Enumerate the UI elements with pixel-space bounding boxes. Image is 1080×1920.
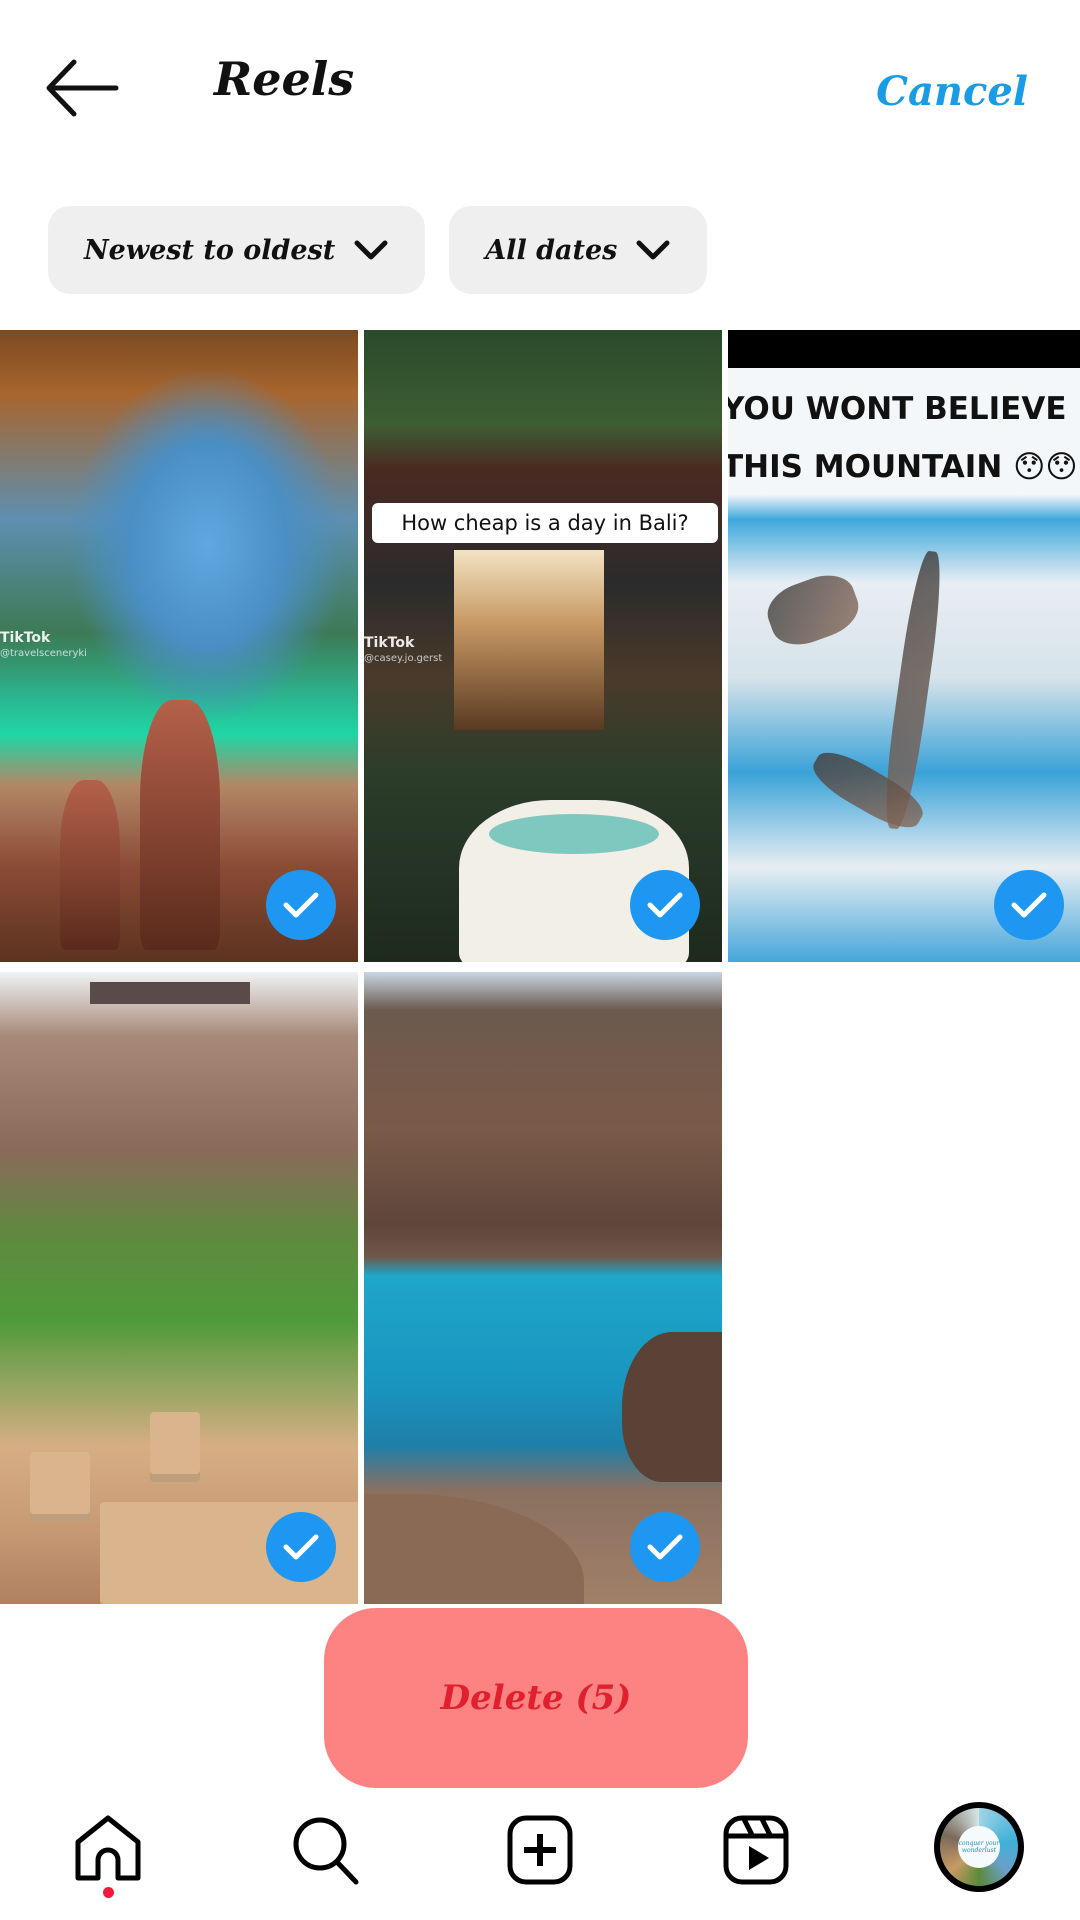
cancel-button[interactable]: Cancel (876, 68, 1028, 115)
selected-checkmark[interactable] (630, 1512, 700, 1582)
coaster-seat (150, 1412, 200, 1482)
selected-checkmark[interactable] (266, 1512, 336, 1582)
watermark-handle: @travelsceneryki (0, 648, 87, 659)
delete-label: Delete (5) (440, 1678, 632, 1718)
cliff (622, 1332, 722, 1482)
tiktok-watermark: TikTok @travelsceneryki (0, 630, 87, 662)
bottom-nav: conquer your wonderlust (0, 1790, 1080, 1920)
filter-bar: Newest to oldest All dates (48, 206, 708, 294)
cliff (364, 1494, 584, 1604)
reels-icon (723, 1815, 789, 1885)
selected-checkmark[interactable] (630, 870, 700, 940)
chevron-down-icon (636, 240, 670, 260)
selected-checkmark[interactable] (994, 870, 1064, 940)
reel-caption: YOU WONT BELIEVE THIS MOUNTAIN 😯😯 (728, 380, 1080, 496)
check-icon (647, 892, 683, 918)
watermark-handle: @casey.jo.gerst (364, 653, 443, 664)
plus-square-icon (507, 1815, 573, 1885)
check-icon (647, 1534, 683, 1560)
arrow-left-icon (46, 59, 119, 117)
header: Reels Cancel (0, 0, 1080, 180)
avatar-text: conquer your wonderlust (958, 1826, 1000, 1868)
date-range-label: All dates (485, 234, 618, 266)
watermark-text: TikTok (364, 635, 415, 651)
reel-image-roller-coaster (0, 972, 358, 1604)
nav-profile-avatar[interactable]: conquer your wonderlust (934, 1802, 1024, 1892)
tiktok-watermark: TikTok @casey.jo.gerst (364, 635, 442, 667)
check-icon (283, 1534, 319, 1560)
back-button[interactable] (44, 58, 120, 118)
nav-create[interactable] (500, 1810, 580, 1890)
reel-thumbnail[interactable] (0, 972, 358, 1604)
reel-thumbnail[interactable] (364, 972, 722, 1604)
nav-home[interactable] (68, 1810, 148, 1890)
reel-image-bali-villa: How cheap is a day in Bali? TikTok @case… (364, 330, 722, 962)
home-icon (75, 1815, 141, 1881)
check-icon (283, 892, 319, 918)
nav-search[interactable] (286, 1810, 366, 1890)
reel-image-snowy-mountain: YOU WONT BELIEVE THIS MOUNTAIN 😯😯 (728, 330, 1080, 962)
delete-selected-button[interactable]: Delete (5) (324, 1608, 748, 1788)
check-icon (1011, 892, 1047, 918)
caption-line: THIS MOUNTAIN 😯😯 (728, 449, 1078, 485)
mountain-ridge (760, 566, 866, 654)
watermark-text: TikTok (0, 630, 51, 646)
nav-reels[interactable] (716, 1810, 796, 1890)
rock-formation (60, 780, 120, 950)
notification-dot (103, 1887, 114, 1898)
reel-thumbnail[interactable]: YOU WONT BELIEVE THIS MOUNTAIN 😯😯 (728, 330, 1080, 962)
sort-order-label: Newest to oldest (84, 234, 336, 266)
search-icon (293, 1817, 359, 1885)
caption-line: YOU WONT BELIEVE (728, 391, 1067, 427)
reel-image-cave-lagoon: TikTok @travelsceneryki (0, 330, 358, 962)
rock-formation (140, 700, 220, 950)
reel-thumbnail[interactable]: How cheap is a day in Bali? TikTok @case… (364, 330, 722, 962)
chevron-down-icon (354, 240, 388, 260)
villa (454, 550, 604, 730)
coaster-seat (30, 1452, 90, 1522)
reel-image-mountain-lake (364, 972, 722, 1604)
date-range-dropdown[interactable]: All dates (449, 206, 708, 294)
reel-caption: How cheap is a day in Bali? (372, 503, 718, 543)
reel-thumbnail[interactable]: TikTok @travelsceneryki (0, 330, 358, 962)
selected-checkmark[interactable] (266, 870, 336, 940)
sort-order-dropdown[interactable]: Newest to oldest (48, 206, 426, 294)
bridge (90, 982, 250, 1004)
page-title: Reels (214, 52, 355, 106)
